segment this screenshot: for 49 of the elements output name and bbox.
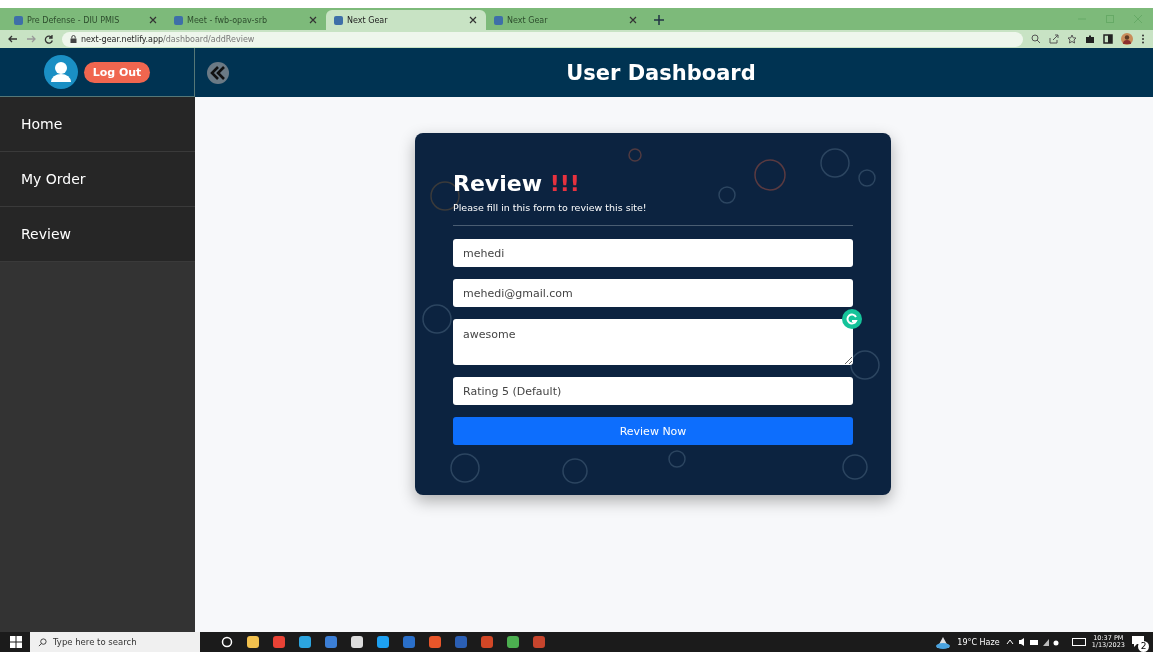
sidebar-item[interactable]: Home xyxy=(0,97,195,152)
address-bar[interactable]: next-gear.netlify.app/dashboard/addReview xyxy=(62,31,1023,47)
profile-avatar-icon[interactable] xyxy=(1121,33,1133,45)
close-icon[interactable] xyxy=(308,15,318,25)
text-field[interactable]: mehedi@gmail.com xyxy=(453,279,853,307)
reload-icon[interactable] xyxy=(44,34,54,44)
windows-start-icon[interactable] xyxy=(10,636,22,648)
menu-icon[interactable] xyxy=(1141,34,1145,44)
assistant-badge-icon[interactable] xyxy=(842,309,862,329)
double-chevron-left-icon[interactable] xyxy=(207,61,229,84)
text-area[interactable]: awesome xyxy=(453,319,853,365)
back-arrow-icon[interactable] xyxy=(8,34,18,44)
text-field[interactable]: mehedi xyxy=(453,239,853,267)
zoom-icon[interactable] xyxy=(1031,34,1041,44)
favicon-icon xyxy=(334,15,343,25)
browser-tab[interactable]: Next Gear xyxy=(326,10,486,30)
app-icon[interactable] xyxy=(298,635,312,649)
app-icon[interactable] xyxy=(376,635,390,649)
weather-text[interactable]: 19°C Haze xyxy=(957,637,1000,647)
app-icon[interactable] xyxy=(350,635,364,649)
browser-tab[interactable]: Meet - fwb-opav-srb xyxy=(166,10,326,30)
browser-tab[interactable]: Next Gear xyxy=(486,10,646,30)
close-icon[interactable] xyxy=(148,15,158,25)
favicon-icon xyxy=(174,15,183,25)
browser-tab[interactable]: Pre Defense - DIU PMIS xyxy=(6,10,166,30)
side-panel-icon[interactable] xyxy=(1103,34,1113,44)
review-now-button[interactable]: Review Now xyxy=(453,417,853,445)
app-icon[interactable] xyxy=(246,635,260,649)
user-avatar-icon[interactable] xyxy=(43,55,78,89)
taskbar-search-field[interactable]: Type here to search xyxy=(30,632,200,652)
share-icon[interactable] xyxy=(1049,34,1059,44)
search-icon xyxy=(38,637,47,647)
close-icon[interactable] xyxy=(468,15,478,25)
new-tab-icon[interactable] xyxy=(652,13,666,27)
form-subtitle: Please fill in this form to review this site! xyxy=(453,202,648,213)
lock-icon xyxy=(70,35,77,43)
notification-button[interactable]: 2 xyxy=(1131,634,1147,650)
form-title: Review !!! xyxy=(453,171,581,196)
sidebar-item[interactable]: My Order xyxy=(0,152,195,207)
favicon-icon xyxy=(494,15,503,25)
task-view-icon[interactable] xyxy=(220,635,234,649)
app-icon[interactable] xyxy=(506,635,520,649)
close-icon[interactable] xyxy=(628,15,638,25)
page-title: User Dashboard xyxy=(565,60,757,85)
keyboard-icon[interactable] xyxy=(1071,637,1086,647)
text-field[interactable]: Rating 5 (Default) xyxy=(453,377,853,405)
sidebar-item[interactable]: Review xyxy=(0,207,195,262)
star-icon[interactable] xyxy=(1067,34,1077,44)
favicon-icon xyxy=(14,15,23,25)
